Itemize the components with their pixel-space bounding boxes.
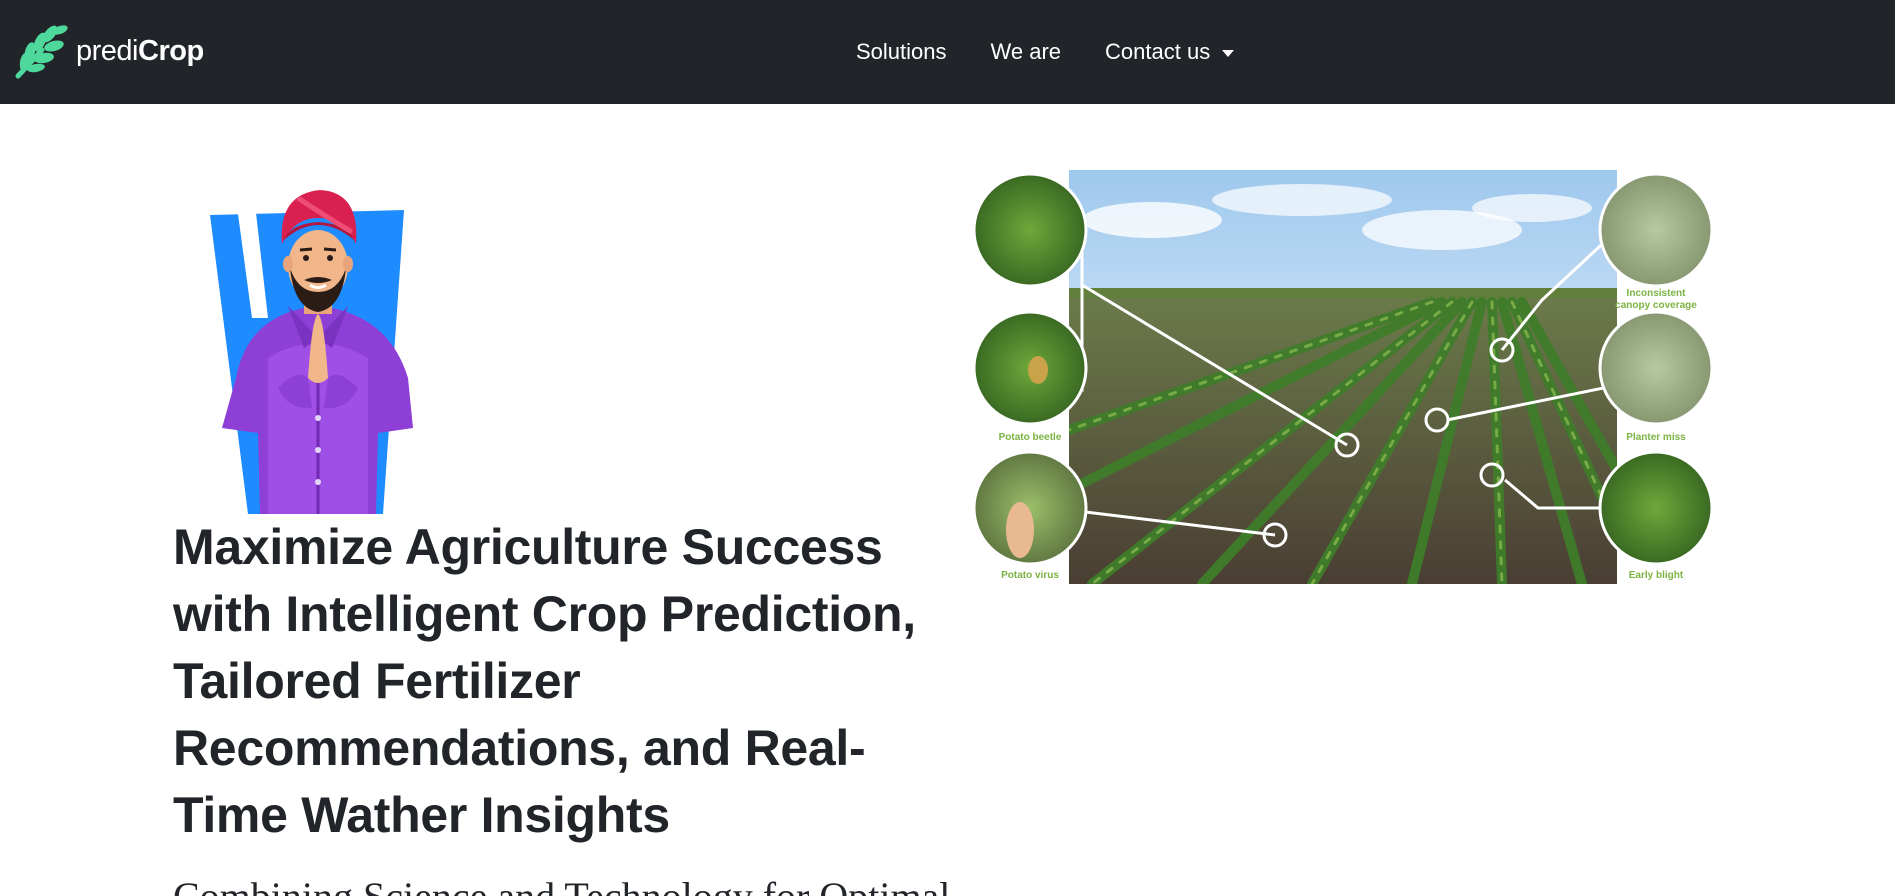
hero-headline: Maximize Agriculture Success with Intell…: [173, 519, 916, 843]
hero-subtext: Combining Science and Technology for Opt…: [173, 872, 953, 896]
nav-menu: Solutions We are Contact us: [856, 0, 1278, 104]
nav-dropdown-contact-us-label: Contact us: [1105, 39, 1211, 64]
brand-name: prediCrop: [76, 35, 204, 68]
navbar: prediCrop Solutions We are Contact us: [0, 0, 1895, 104]
brand-logo-link[interactable]: prediCrop: [12, 20, 204, 82]
label-potato-beetle: Potato beetle: [999, 432, 1062, 443]
brand-name-part1: predi: [76, 34, 139, 67]
label-inconsistent-canopy-line2: canopy coverage: [1615, 300, 1697, 311]
caret-down-icon: [1222, 49, 1235, 57]
label-inconsistent-canopy-line1: Inconsistent: [1627, 288, 1687, 299]
label-potato-virus: Potato virus: [1001, 570, 1059, 581]
wheat-leaf-icon: [15, 25, 68, 79]
label-early-blight: Early blight: [1629, 570, 1684, 581]
farmer-greeting-illustration: [210, 190, 413, 514]
crop-field-diagnostics-image: Inconsistent canopy coverage Potato beet…: [972, 170, 1716, 584]
brand-name-part2: Crop: [138, 34, 204, 67]
nav-dropdown-contact-us[interactable]: Contact us: [1105, 39, 1235, 65]
label-planter-miss: Planter miss: [1626, 432, 1686, 443]
nav-link-we-are[interactable]: We are: [991, 39, 1062, 65]
nav-link-solutions[interactable]: Solutions: [856, 39, 947, 65]
